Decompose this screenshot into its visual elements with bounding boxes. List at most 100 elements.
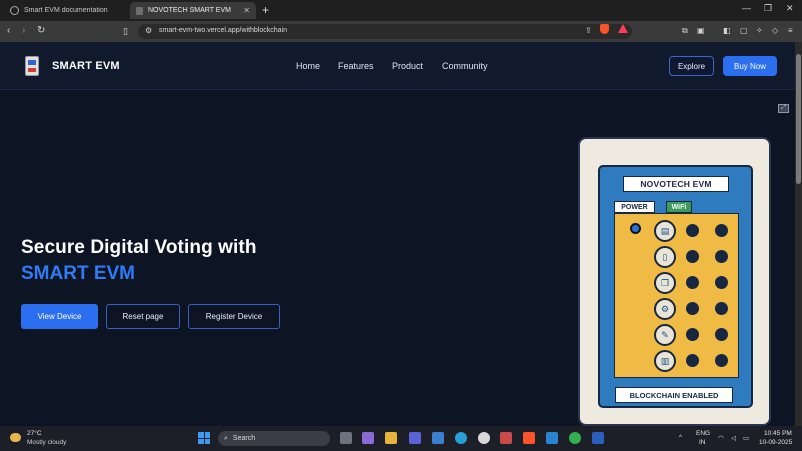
minimize-icon[interactable]: —: [742, 3, 751, 13]
scrollbar-thumb[interactable]: [796, 54, 801, 184]
web-page: SMART EVM Home Features Product Communit…: [0, 42, 795, 426]
vote-button[interactable]: [686, 302, 699, 315]
buy-now-button[interactable]: Buy Now: [723, 56, 777, 76]
temperature[interactable]: 27°C: [27, 430, 42, 437]
paint-icon[interactable]: [500, 432, 512, 444]
explore-button[interactable]: Explore: [669, 56, 714, 76]
view-device-button[interactable]: View Device: [21, 304, 98, 329]
taskbar-search[interactable]: ⌕ Search: [218, 431, 330, 446]
hero-highlight: SMART EVM: [21, 263, 135, 284]
brave-shields-icon[interactable]: [600, 24, 609, 34]
weather-cloud-icon[interactable]: [10, 433, 21, 442]
hero-heading: Secure Digital Voting with: [21, 237, 257, 258]
vpn-icon[interactable]: ◇: [772, 25, 778, 37]
vote-indicator: [715, 224, 728, 237]
status-led-icon: [630, 223, 641, 234]
share-icon[interactable]: ⇪: [585, 25, 592, 37]
whatsapp-icon[interactable]: [569, 432, 581, 444]
vote-button[interactable]: [686, 276, 699, 289]
show-hidden-icons[interactable]: ^: [679, 434, 682, 441]
task-view-icon[interactable]: [340, 432, 352, 444]
brave-rewards-icon[interactable]: [618, 24, 628, 33]
register-device-button[interactable]: Register Device: [188, 304, 280, 329]
search-icon: ⌕: [224, 434, 228, 442]
pen-icon: ✎: [654, 324, 676, 346]
brave-browser-icon[interactable]: [523, 432, 535, 444]
page-favicon-icon: [136, 6, 143, 15]
vote-indicator: [715, 328, 728, 341]
menu-icon[interactable]: ≡: [788, 25, 793, 37]
wifi-label: WiFi: [666, 201, 692, 213]
nav-home[interactable]: Home: [296, 61, 320, 71]
vote-button[interactable]: [686, 328, 699, 341]
vote-button[interactable]: [686, 354, 699, 367]
evm-illustration-card: NOVOTECH EVM POWER WiFi ▤ ▯ ❐ ⚙ ✎ ▥ BLOC…: [578, 137, 771, 426]
close-tab-icon[interactable]: ✕: [243, 6, 250, 15]
copilot-icon[interactable]: [362, 432, 374, 444]
vscode-icon[interactable]: [546, 432, 558, 444]
reload-icon[interactable]: ↻: [37, 25, 45, 37]
search-placeholder: Search: [232, 435, 256, 442]
back-icon[interactable]: ‹: [7, 25, 10, 37]
language-indicator[interactable]: ENG: [696, 430, 710, 437]
volume-icon[interactable]: ◁: [731, 434, 736, 442]
browser-toolbar: ‹ › ↻ ▯ ⚙ smart-evm-two.vercel.app/withb…: [0, 21, 802, 42]
brand-name[interactable]: SMART EVM: [52, 60, 120, 72]
site-navbar: SMART EVM Home Features Product Communit…: [0, 42, 795, 90]
sidebar-icon[interactable]: ◧: [723, 25, 731, 37]
clock-time[interactable]: 10:45 PM: [764, 430, 792, 437]
site-info-icon[interactable]: ⚙: [145, 26, 152, 35]
bookmark-icon[interactable]: ▯: [123, 25, 128, 37]
vote-indicator: [715, 302, 728, 315]
file-explorer-icon[interactable]: [385, 432, 397, 444]
store-icon[interactable]: [432, 432, 444, 444]
tab-title: Smart EVM documentation: [24, 7, 108, 14]
vote-indicator: [715, 354, 728, 367]
address-bar[interactable]: ⚙ smart-evm-two.vercel.app/withblockchai…: [138, 24, 632, 39]
battery-icon[interactable]: ▭: [743, 434, 749, 442]
start-icon[interactable]: [198, 432, 210, 444]
teams-icon[interactable]: [409, 432, 421, 444]
url-text: smart-evm-two.vercel.app/withblockchain: [159, 27, 287, 34]
windows-taskbar: 27°C Mostly cloudy ⌕ Search ^ ENG IN ◠ ◁…: [0, 426, 802, 451]
expand-icon[interactable]: ⤢: [778, 104, 789, 113]
reset-page-button[interactable]: Reset page: [106, 304, 180, 329]
translate-icon[interactable]: ▣: [697, 25, 705, 37]
books-icon: ▥: [654, 350, 676, 372]
vote-indicator: [715, 276, 728, 289]
close-window-icon[interactable]: ✕: [786, 3, 794, 14]
evm-device: NOVOTECH EVM POWER WiFi ▤ ▯ ❐ ⚙ ✎ ▥ BLOC…: [598, 165, 753, 408]
weather-condition[interactable]: Mostly cloudy: [27, 439, 66, 446]
nav-community[interactable]: Community: [442, 61, 488, 71]
clock-date[interactable]: 10-09-2025: [759, 439, 792, 446]
maximize-icon[interactable]: ❐: [764, 3, 772, 14]
tab-smart-evm-docs[interactable]: Smart EVM documentation: [4, 2, 126, 19]
screenshot-icon[interactable]: ▢: [740, 25, 748, 37]
edge-icon[interactable]: [455, 432, 467, 444]
browser-tab-strip: Smart EVM documentation NOVOTECH SMART E…: [0, 0, 802, 21]
region-indicator[interactable]: IN: [699, 439, 706, 446]
open-book-icon: ❐: [654, 272, 676, 294]
extension-icon[interactable]: ⧉: [682, 25, 688, 37]
nav-product[interactable]: Product: [392, 61, 423, 71]
wifi-icon[interactable]: ◠: [718, 434, 724, 442]
gears-icon: ⚙: [654, 298, 676, 320]
chatgpt-icon[interactable]: [478, 432, 490, 444]
word-icon[interactable]: [592, 432, 604, 444]
power-label: POWER: [614, 201, 655, 213]
book-icon: ▤: [654, 220, 676, 242]
globe-icon: [10, 6, 19, 15]
ballot-panel: ▤ ▯ ❐ ⚙ ✎ ▥: [614, 213, 739, 378]
site-logo[interactable]: [25, 56, 39, 76]
phone-icon: ▯: [654, 246, 676, 268]
vote-indicator: [715, 250, 728, 263]
new-tab-icon[interactable]: +: [262, 3, 269, 17]
nav-features[interactable]: Features: [338, 61, 374, 71]
tab-novotech-smart-evm[interactable]: NOVOTECH SMART EVM ✕: [130, 2, 256, 19]
leo-ai-icon[interactable]: ✧: [756, 25, 763, 37]
vote-button[interactable]: [686, 250, 699, 263]
page-scrollbar[interactable]: [795, 42, 802, 426]
forward-icon[interactable]: ›: [22, 25, 25, 37]
vote-button[interactable]: [686, 224, 699, 237]
tab-title: NOVOTECH SMART EVM: [148, 7, 231, 14]
